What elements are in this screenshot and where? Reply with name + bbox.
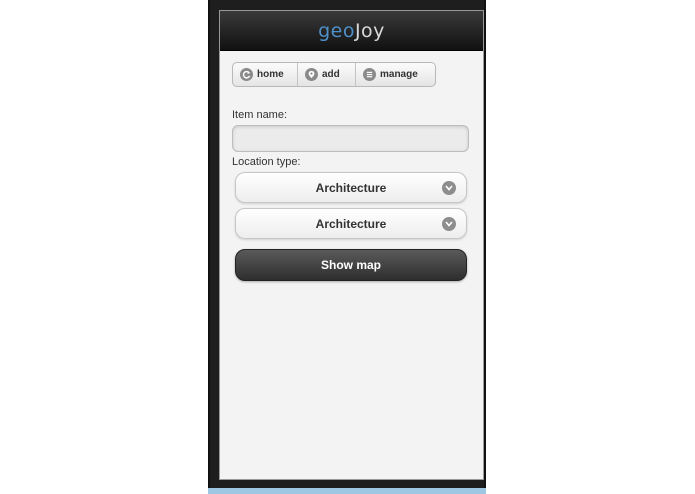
page-content: home add manage Item name: Location type…: [220, 51, 483, 281]
location-type-select-2[interactable]: Architecture: [235, 208, 467, 239]
nav-manage-label: manage: [380, 69, 418, 80]
item-name-input[interactable]: [232, 125, 469, 152]
logo-geo: geo: [318, 19, 355, 42]
location-type-label: Location type:: [232, 156, 301, 168]
location-type-select-1[interactable]: Architecture: [235, 172, 467, 203]
item-name-label: Item name:: [232, 109, 288, 121]
select-1-value: Architecture: [315, 180, 387, 195]
chevron-down-icon: [442, 181, 456, 195]
list-icon: [363, 68, 376, 81]
nav-home-button[interactable]: home: [233, 63, 298, 86]
app-logo: geoJoy: [318, 20, 385, 42]
location-pin-icon: [305, 68, 318, 81]
nav-bar: home add manage: [232, 62, 436, 87]
app-header: geoJoy: [220, 11, 483, 51]
nav-home-label: home: [257, 69, 284, 80]
nav-add-button[interactable]: add: [298, 63, 356, 86]
show-map-button[interactable]: Show map: [235, 249, 467, 281]
nav-manage-button[interactable]: manage: [356, 63, 435, 86]
home-icon: [240, 68, 253, 81]
logo-joy: Joy: [354, 19, 385, 42]
chevron-down-icon: [442, 217, 456, 231]
select-2-value: Architecture: [315, 216, 387, 231]
nav-add-label: add: [322, 69, 340, 80]
taskbar-strip: [208, 488, 486, 494]
app-screen: geoJoy home add manage Item name: Locati…: [219, 10, 484, 480]
